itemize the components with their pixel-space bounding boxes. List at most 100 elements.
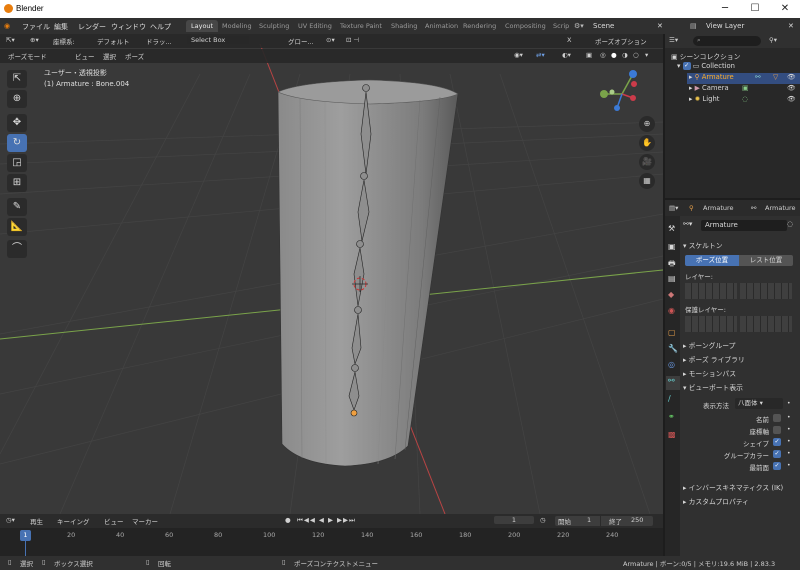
orientation-dropdown[interactable]: デフォルト xyxy=(97,36,130,46)
workspace-tab-rendering[interactable]: Rendering xyxy=(458,20,501,32)
fake-user-icon[interactable]: ◌ xyxy=(787,220,793,228)
minimize-button[interactable]: ─ xyxy=(710,0,740,18)
datablock-type-icon[interactable]: ⚯▾ xyxy=(683,220,692,228)
menu-edit[interactable]: 編集 xyxy=(54,22,68,32)
workspace-tab-shading[interactable]: Shading xyxy=(386,20,422,32)
timeline-ruler[interactable]: 1 20 40 60 80 100 120 140 160 180 200 220 240 xyxy=(0,530,663,556)
output-tab-icon[interactable]: 🖶 xyxy=(668,258,676,272)
custom-props-panel-header[interactable]: ▸ カスタムプロパティ xyxy=(683,496,800,506)
workspace-tab-texture-paint[interactable]: Texture Paint xyxy=(335,20,387,32)
visibility-icon[interactable]: ◉▾ xyxy=(514,51,523,59)
world-tab-icon[interactable]: ◉ xyxy=(668,306,675,315)
breadcrumb-object[interactable]: Armature xyxy=(703,204,734,212)
xray-toggle-icon[interactable]: ▣ xyxy=(586,51,592,59)
light-visibility-icon[interactable]: 👁 xyxy=(787,95,796,103)
armature-visibility-icon[interactable]: 👁 xyxy=(787,73,796,81)
menu-help[interactable]: ヘルプ xyxy=(150,22,171,32)
view-layer-close-icon[interactable]: ✕ xyxy=(788,22,794,30)
toggle-checkbox[interactable] xyxy=(773,426,781,434)
shading-material-icon[interactable]: ◑ xyxy=(622,51,628,59)
texture-tab-icon[interactable]: ▩ xyxy=(668,430,676,439)
move-tool-button[interactable]: ✥ xyxy=(7,114,27,132)
maximize-button[interactable]: ☐ xyxy=(740,0,770,18)
snap-icon[interactable]: ⊡ ⊣ xyxy=(346,36,359,44)
transform-icon[interactable]: ⊕▾ xyxy=(30,36,39,44)
constraint-tab-icon[interactable]: ⚭ xyxy=(668,412,675,421)
view-layer-icon[interactable]: ▤ xyxy=(690,22,697,30)
outliner-panel[interactable]: ☰▾ ⌕ ⚲▾ ▣ シーンコレクション ▾ ✓ ▭ Collection ▸ ⚲… xyxy=(665,34,800,198)
scene-icon[interactable]: ⚙▾ xyxy=(574,22,584,30)
toggle-anim-dot[interactable]: • xyxy=(787,450,791,457)
playback-menu[interactable]: 再生 xyxy=(30,516,43,526)
current-frame-field[interactable]: 1 xyxy=(494,516,534,524)
keying-menu[interactable]: キーイング xyxy=(57,516,90,526)
scene-tab-icon[interactable]: ◆ xyxy=(668,290,674,299)
workspace-tab-layout[interactable]: Layout xyxy=(186,20,219,32)
toggle-anim-dot[interactable]: • xyxy=(787,426,791,433)
outliner-item-light[interactable]: ▸ ✹ Light ◌ 👁 xyxy=(687,95,800,106)
toggle-checkbox[interactable]: ✓ xyxy=(773,438,781,446)
active-bone-head[interactable] xyxy=(350,409,358,417)
toggle-anim-dot[interactable]: • xyxy=(787,438,791,445)
ortho-toggle-icon[interactable]: ▦ xyxy=(639,173,655,189)
menu-file[interactable]: ファイル xyxy=(22,22,50,32)
measure-tool-button[interactable]: 📐 xyxy=(7,218,27,236)
blender-menu-icon[interactable]: ◉ xyxy=(4,22,10,30)
workspace-tab-modeling[interactable]: Modeling xyxy=(217,20,257,32)
scene-collection-row[interactable]: ▣ シーンコレクション xyxy=(671,51,740,61)
motion-paths-panel-header[interactable]: ▸ モーションパス xyxy=(683,368,800,378)
bone-layers-grid-right[interactable] xyxy=(740,283,792,299)
display-as-anim-dot[interactable]: • xyxy=(787,400,791,407)
tool-icon[interactable]: ⇱▾ xyxy=(6,36,15,44)
shading-solid-icon[interactable]: ● xyxy=(611,51,617,59)
playback-controls-icon[interactable]: ⏮◀◀ ◀ ▶ ▶▶⏭ xyxy=(297,516,356,525)
pan-hand-icon[interactable]: ✋ xyxy=(639,135,655,151)
outliner-search-input[interactable]: ⌕ xyxy=(693,36,761,46)
toggle-anim-dot[interactable]: • xyxy=(787,462,791,469)
timeline-view-menu[interactable]: ビュー xyxy=(104,516,124,526)
workspace-tab-animation[interactable]: Animation xyxy=(420,20,463,32)
breadcrumb-data[interactable]: Armature xyxy=(765,204,796,212)
outliner-item-armature[interactable]: ▸ ⚲ Armature ⚯ ▽ 👁 xyxy=(687,73,800,84)
camera-view-icon[interactable]: 🎥 xyxy=(639,154,655,170)
toggle-checkbox[interactable] xyxy=(773,414,781,422)
viewport-display-panel-header[interactable]: ▾ ビューポート表示 xyxy=(683,382,800,392)
scene-name[interactable]: Scene xyxy=(593,22,614,30)
ik-panel-header[interactable]: ▸ インバースキネマティクス (IK) xyxy=(683,482,800,492)
toggle-checkbox[interactable]: ✓ xyxy=(773,450,781,458)
collection-row[interactable]: ▾ ✓ ▭ Collection xyxy=(677,62,735,70)
properties-editor-icon[interactable]: ▤▾ xyxy=(669,204,678,212)
bone-groups-panel-header[interactable]: ▸ ボーングループ xyxy=(683,340,800,350)
pose-options-dropdown[interactable]: ポーズオプション xyxy=(595,36,647,46)
bone-tab-icon[interactable]: ∕ xyxy=(668,394,671,403)
end-frame-field[interactable]: 250 xyxy=(631,516,643,524)
pivot-icon[interactable]: ⊙▾ xyxy=(326,36,335,44)
toggle-anim-dot[interactable]: • xyxy=(787,414,791,421)
drag-dropdown[interactable]: Select Box xyxy=(187,36,250,44)
x-mirror-toggle[interactable]: X xyxy=(567,36,571,44)
protected-layers-grid-left[interactable] xyxy=(685,316,737,332)
rotate-tool-button[interactable]: ↻ xyxy=(7,134,27,152)
bend-tool-button[interactable]: ⌒ xyxy=(7,240,27,258)
workspace-tab-compositing[interactable]: Compositing xyxy=(500,20,551,32)
3d-viewport[interactable]: ⇱▾ ⊕▾ 座標系: デフォルト ドラッ... Select Box グロー..… xyxy=(0,34,663,514)
mode-dropdown[interactable]: ポーズモード xyxy=(8,51,47,61)
close-button[interactable]: ✕ xyxy=(770,0,800,18)
shading-options-icon[interactable]: ▾ xyxy=(645,51,648,59)
navigation-gizmo[interactable] xyxy=(600,70,637,111)
outliner-editor-icon[interactable]: ☰▾ xyxy=(669,36,678,44)
transform-tool-button[interactable]: ⊞ xyxy=(7,174,27,192)
view-layer-name[interactable]: View Layer xyxy=(706,22,744,30)
scene-close-icon[interactable]: ✕ xyxy=(657,22,663,30)
toggle-checkbox[interactable]: ✓ xyxy=(773,462,781,470)
gizmo-toggle-icon[interactable]: ⇄▾ xyxy=(536,51,545,59)
start-frame-field[interactable]: 1 xyxy=(587,516,591,524)
menu-pose[interactable]: ポーズ xyxy=(125,51,144,61)
bone-layers-grid-left[interactable] xyxy=(685,283,737,299)
menu-window[interactable]: ウィンドウ xyxy=(111,22,146,32)
pose-library-panel-header[interactable]: ▸ ポーズ ライブラリ xyxy=(683,354,800,364)
outliner-item-camera[interactable]: ▸ ▶ Camera ▣ 👁 xyxy=(687,84,800,95)
rest-position-button[interactable]: レスト位置 xyxy=(739,255,793,266)
timeline-editor[interactable]: ◷▾ 再生 キーイング ビュー マーカー ● ⏮◀◀ ◀ ▶ ▶▶⏭ 1 ◷ 開… xyxy=(0,514,663,556)
collection-checkbox[interactable]: ✓ xyxy=(682,62,691,70)
